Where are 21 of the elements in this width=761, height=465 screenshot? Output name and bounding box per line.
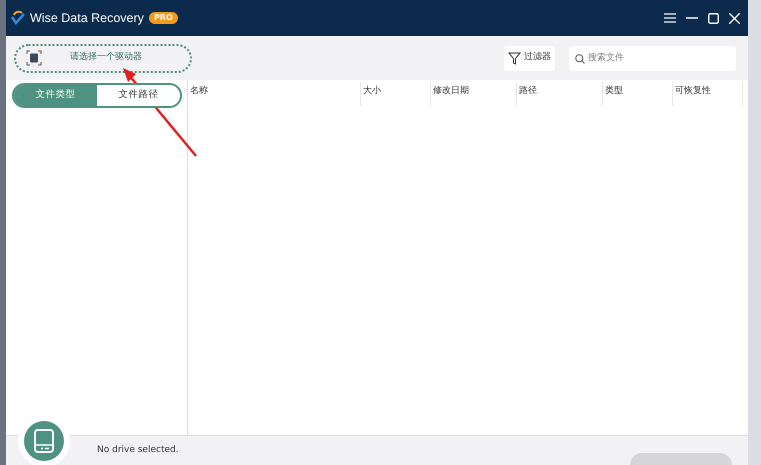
filter-button[interactable]: 过滤器 [504, 46, 555, 70]
drive-select-button[interactable]: 请选择一个驱动器 [14, 44, 192, 72]
minimize-icon[interactable] [686, 17, 698, 19]
logo-icon [10, 10, 26, 26]
filter-icon [508, 52, 521, 64]
view-tab[interactable]: 文件类型 [14, 85, 97, 106]
drive-icon [26, 50, 42, 66]
menu-icon[interactable] [664, 13, 676, 23]
column-header[interactable]: 可恢复性 [673, 82, 743, 106]
column-header[interactable]: 类型 [603, 82, 673, 106]
search-field[interactable]: 搜索文件 [569, 46, 736, 70]
column-header[interactable]: 名称 [188, 82, 361, 106]
status-message: No drive selected. [97, 444, 179, 457]
pro-badge: PRO [148, 12, 178, 24]
maximize-icon[interactable] [708, 12, 719, 24]
close-icon[interactable] [729, 12, 740, 24]
column-header[interactable]: 路径 [517, 82, 603, 106]
column-header[interactable]: 大小 [361, 82, 431, 106]
window-title: Wise Data Recovery [30, 10, 144, 27]
column-header[interactable]: 修改日期 [431, 82, 517, 106]
search-icon [575, 54, 585, 64]
